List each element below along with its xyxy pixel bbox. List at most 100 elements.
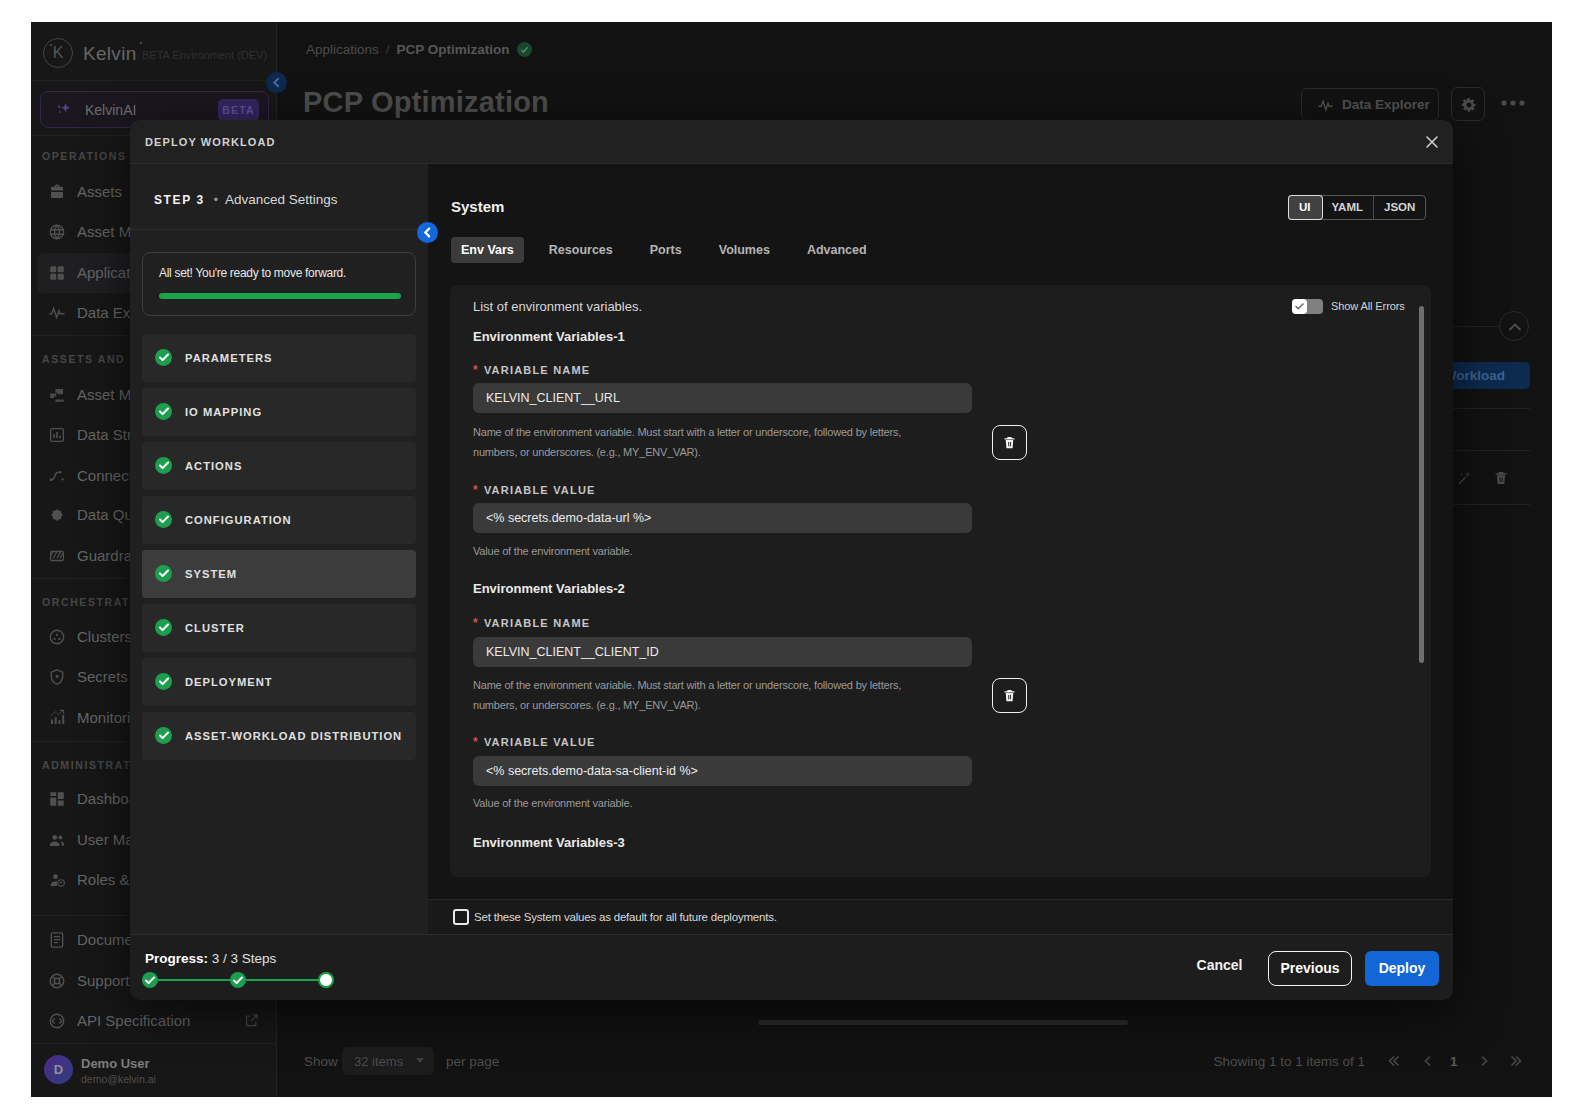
user-profile[interactable]: D Demo User demo@kelvin.ai [31,1044,277,1097]
pagination-bar: Show 32 items per page Showing 1 to 1 it… [278,1047,1552,1077]
variable-name-help: numbers, or underscores. (e.g., MY_ENV_V… [473,699,701,711]
env-group-title: Environment Variables-2 [473,581,625,596]
current-page-number[interactable]: 1 [1450,1054,1458,1069]
show-all-errors-label: Show All Errors [1331,300,1405,312]
deploy-workload-modal: DEPLOY WORKLOAD STEP 3•Advanced Settings… [130,120,1453,1000]
horizontal-scrollbar[interactable] [758,1020,1128,1025]
step-check-icon [155,727,172,744]
data-quality-icon [48,506,66,524]
modal-content: System UI YAML JSON Env Vars Resources P… [428,164,1453,934]
environment-label: BETA Environment (DEV) [142,49,267,61]
close-icon[interactable] [1424,134,1440,150]
guardrails-icon [48,547,66,565]
last-page-button[interactable] [1508,1053,1524,1069]
default-checkbox-label: Set these System values as default for a… [474,911,777,923]
kelvin-logo-icon: K [43,38,73,68]
card-scrollbar[interactable] [1419,306,1424,663]
more-options-button[interactable] [1500,99,1526,107]
step-check-icon [155,565,172,582]
tab-env-vars[interactable]: Env Vars [451,237,524,263]
settings-button[interactable] [1451,87,1485,121]
breadcrumb-applications[interactable]: Applications [306,42,379,57]
step-row-cluster[interactable]: CLUSTER [142,604,416,652]
system-tabs: Env Vars Resources Ports Volumes Advance… [451,236,904,263]
sidebar-item-api-specification[interactable]: API Specification [31,1001,277,1041]
required-asterisk: * [473,483,479,497]
default-checkbox[interactable] [453,909,469,925]
env-vars-description: List of environment variables. [473,299,642,314]
items-per-page-select[interactable]: 32 items [342,1047,434,1075]
external-link-icon [244,1013,259,1028]
applications-icon [48,264,66,282]
status-check-icon [517,42,532,57]
breadcrumb-current: PCP Optimization [397,42,510,57]
progress-node-done [230,972,246,988]
progress-status-message: All set! You're ready to move forward. [159,266,346,280]
env-group-title: Environment Variables-3 [473,835,625,850]
cancel-button[interactable]: Cancel [1192,957,1247,973]
view-mode-switch: UI YAML JSON [1288,195,1426,220]
variable-name-input[interactable]: KELVIN_CLIENT__URL [473,383,972,413]
required-asterisk: * [473,735,479,749]
view-mode-json[interactable]: JSON [1374,196,1425,219]
show-all-errors-toggle[interactable] [1292,299,1323,314]
api-specification-icon [48,1012,66,1030]
step-row-system[interactable]: SYSTEM [142,550,416,598]
gear-icon [1460,96,1478,114]
user-email: demo@kelvin.ai [81,1073,156,1085]
next-page-button[interactable] [1476,1053,1492,1069]
step-row-asset-workload-distribution[interactable]: ASSET-WORKLOAD DISTRIBUTION [142,712,416,760]
caret-down-icon [416,1058,424,1063]
delete-env-var-button[interactable] [992,678,1027,713]
step-check-icon [155,619,172,636]
collapse-panel-button[interactable] [1499,311,1529,341]
variable-value-input[interactable]: <% secrets.demo-data-sa-client-id %> [473,756,972,786]
breadcrumb: Applications/PCP Optimization [306,42,532,58]
first-page-button[interactable] [1386,1053,1402,1069]
user-name: Demo User [81,1056,150,1071]
connections-icon [48,467,66,485]
chevron-up-icon [1508,321,1522,333]
modal-title: DEPLOY WORKLOAD [145,136,276,148]
step-row-configuration[interactable]: CONFIGURATION [142,496,416,544]
user-avatar: D [44,1055,73,1084]
view-mode-yaml[interactable]: YAML [1322,196,1375,219]
tab-ports[interactable]: Ports [650,243,682,257]
tab-volumes[interactable]: Volumes [719,243,770,257]
step-check-icon [155,349,172,366]
variable-value-input[interactable]: <% secrets.demo-data-url %> [473,503,972,533]
row-delete-icon[interactable] [1493,470,1509,486]
tab-resources[interactable]: Resources [549,243,613,257]
panel-divider [130,229,428,230]
variable-value-help: Value of the environment variable. [473,797,632,809]
data-explorer-button[interactable]: Data Explorer [1301,88,1439,121]
variable-name-input[interactable]: KELVIN_CLIENT__CLIENT_ID [473,637,972,667]
page-title: PCP Optimization [303,86,549,119]
per-page-label: per page [446,1054,499,1069]
magic-wand-icon[interactable] [1456,470,1472,486]
required-asterisk: * [473,363,479,377]
clusters-icon [48,628,66,646]
previous-button[interactable]: Previous [1268,951,1352,986]
previous-page-button[interactable] [1420,1053,1436,1069]
step-row-actions[interactable]: ACTIONS [142,442,416,490]
toggle-knob [1292,299,1307,314]
step-check-icon [155,511,172,528]
assets-icon [48,183,66,201]
modal-header: DEPLOY WORKLOAD [130,120,1453,164]
view-mode-ui[interactable]: UI [1289,196,1322,219]
modal-panel-collapse-button[interactable] [417,222,438,243]
sidebar-collapse-button[interactable] [266,72,287,93]
variable-value-label: *VARIABLE VALUE [473,483,596,497]
nav-section-operations[interactable]: OPERATIONS [42,149,142,163]
dashboards-icon [48,790,66,808]
variable-name-label: *VARIABLE NAME [473,363,590,377]
deploy-button[interactable]: Deploy [1365,951,1439,986]
step-row-deployment[interactable]: DEPLOYMENT [142,658,416,706]
env-vars-card: List of environment variables. Show All … [450,285,1431,877]
step-row-parameters[interactable]: PARAMETERS [142,334,416,382]
tab-advanced[interactable]: Advanced [807,243,867,257]
progress-status-box: All set! You're ready to move forward. [142,252,416,316]
delete-env-var-button[interactable] [992,425,1027,460]
step-row-io-mapping[interactable]: IO MAPPING [142,388,416,436]
